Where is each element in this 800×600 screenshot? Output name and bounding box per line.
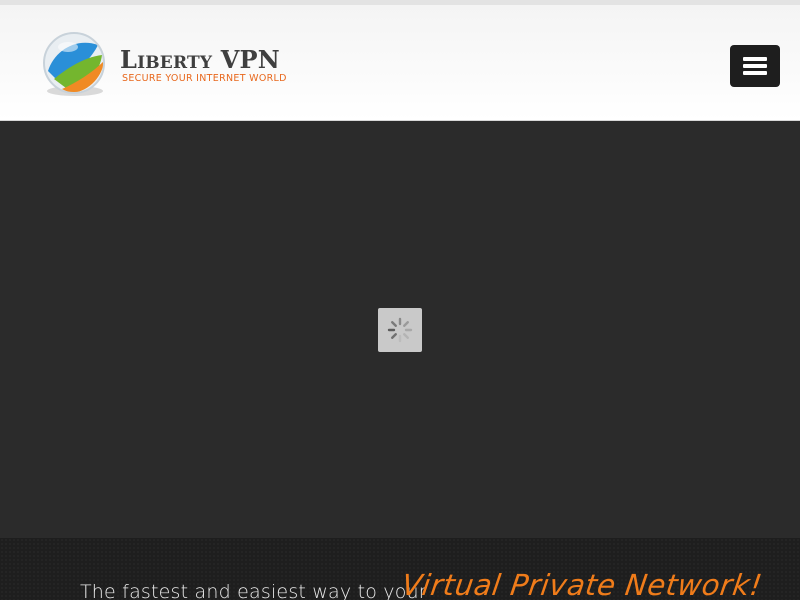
brand-tagline: SECURE YOUR INTERNET WORLD [122, 73, 287, 84]
hamburger-menu-icon [743, 57, 767, 61]
globe-logo-icon [43, 32, 105, 96]
hamburger-menu-icon [743, 64, 767, 68]
brand-name: Liberty VPN [120, 45, 280, 74]
hero-tagline-text: The fastest and easiest way to your [80, 581, 427, 600]
spinner-icon [387, 317, 413, 343]
hero-tagline-accent: Virtual Private Network! [399, 568, 765, 600]
loading-indicator [378, 308, 422, 352]
hero-slider [0, 122, 800, 538]
menu-toggle-button[interactable] [730, 45, 780, 87]
site-header: Liberty VPN SECURE YOUR INTERNET WORLD [0, 5, 800, 121]
tagline-band: The fastest and easiest way to your Virt… [0, 538, 800, 600]
site-logo-link[interactable]: Liberty VPN SECURE YOUR INTERNET WORLD [40, 31, 300, 101]
hamburger-menu-icon [743, 71, 767, 75]
